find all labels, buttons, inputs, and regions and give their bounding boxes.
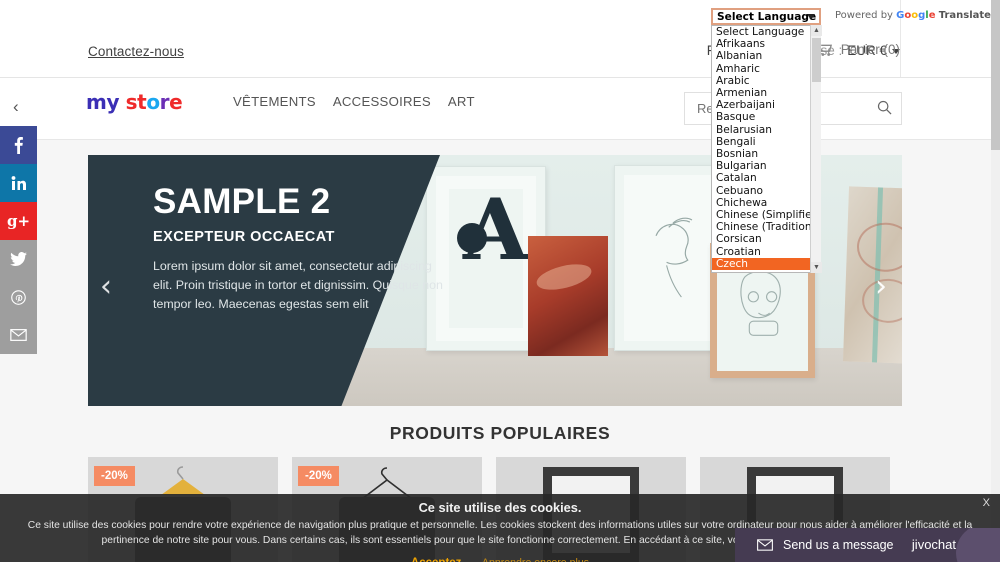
carousel-next-button[interactable]: › bbox=[875, 272, 887, 302]
search-icon[interactable] bbox=[877, 100, 892, 115]
language-option[interactable]: Chinese (Simplified) bbox=[712, 209, 820, 221]
language-option[interactable]: Cebuano bbox=[712, 185, 820, 197]
page-scrollbar-thumb[interactable] bbox=[991, 0, 1000, 150]
googleplus-icon: g+ bbox=[6, 212, 31, 230]
jivochat-widget[interactable]: Send us a message jivochat bbox=[735, 528, 1000, 562]
page-root: Contactez-nous Français Devise : EUR € P… bbox=[0, 0, 1000, 562]
language-option[interactable]: Croatian bbox=[712, 246, 820, 258]
language-option[interactable]: Albanian bbox=[712, 50, 820, 62]
language-option[interactable]: Basque bbox=[712, 111, 820, 123]
logo-e: e bbox=[169, 90, 183, 114]
google-wordmark: Google bbox=[896, 10, 936, 21]
jivochat-message-label: Send us a message bbox=[783, 538, 894, 552]
line-art-face bbox=[740, 271, 781, 337]
google-translate-widget: Select Language Powered by Google Transl… bbox=[711, 8, 991, 273]
share-linkedin-button[interactable] bbox=[0, 164, 37, 202]
language-option-selected[interactable]: Czech bbox=[712, 257, 820, 271]
language-option[interactable]: Catalan bbox=[712, 172, 820, 184]
pinterest-icon bbox=[11, 289, 26, 305]
share-email-button[interactable] bbox=[0, 316, 37, 354]
language-list-scrollbar[interactable]: ▲ ▼ bbox=[810, 25, 822, 273]
hero-subtitle: EXCEPTEUR OCCAECAT bbox=[153, 228, 335, 245]
share-facebook-button[interactable] bbox=[0, 126, 37, 164]
language-option[interactable]: Afrikaans bbox=[712, 38, 820, 50]
powered-prefix: Powered by bbox=[835, 10, 893, 21]
discount-badge: -20% bbox=[94, 466, 135, 486]
hero-title: SAMPLE 2 bbox=[153, 182, 331, 221]
contact-link[interactable]: Contactez-nous bbox=[88, 44, 184, 59]
logo-o: o bbox=[146, 90, 160, 114]
linkedin-icon bbox=[11, 175, 26, 190]
language-option[interactable]: Belarusian bbox=[712, 124, 820, 136]
twitter-icon bbox=[10, 252, 27, 266]
cart-button[interactable]: Panier (0) bbox=[815, 42, 900, 57]
language-option[interactable]: Armenian bbox=[712, 87, 820, 99]
cookie-learn-more-link[interactable]: Apprendre encore plus bbox=[482, 557, 589, 562]
nav-item-art[interactable]: ART bbox=[448, 94, 475, 109]
envelope-icon bbox=[757, 539, 773, 551]
scroll-up-arrow-icon[interactable]: ▲ bbox=[811, 25, 822, 36]
back-chevron-icon[interactable]: ‹ bbox=[13, 98, 19, 115]
scroll-down-arrow-icon[interactable]: ▼ bbox=[811, 262, 822, 273]
powered-by-google-translate: Powered by Google Translate bbox=[835, 10, 991, 21]
logo-st: st bbox=[125, 90, 147, 114]
hero-text-block: SAMPLE 2 EXCEPTEUR OCCAECAT Lorem ipsum … bbox=[153, 182, 443, 314]
language-select-trigger[interactable]: Select Language bbox=[711, 8, 821, 25]
chevron-down-icon bbox=[807, 14, 815, 20]
envelope-icon bbox=[10, 329, 27, 341]
language-option[interactable]: Arabic bbox=[712, 75, 820, 87]
language-select-value: Select Language bbox=[717, 10, 817, 23]
page-scrollbar[interactable] bbox=[991, 0, 1000, 562]
share-googleplus-button[interactable]: g+ bbox=[0, 202, 37, 240]
popular-products-heading: PRODUITS POPULAIRES bbox=[389, 423, 611, 443]
logo-my: my bbox=[86, 90, 120, 114]
hero-body-text: Lorem ipsum dolor sit amet, consectetur … bbox=[153, 258, 443, 312]
language-option[interactable]: Chinese (Traditional) bbox=[712, 221, 820, 233]
language-option[interactable]: Bosnian bbox=[712, 148, 820, 160]
site-logo[interactable]: my store bbox=[86, 90, 183, 114]
language-option[interactable]: Azerbaijani bbox=[712, 99, 820, 111]
translate-wordmark: Translate bbox=[938, 10, 991, 21]
line-art-woman bbox=[655, 217, 693, 298]
close-icon[interactable]: X bbox=[983, 497, 990, 509]
social-share-rail: g+ bbox=[0, 126, 37, 354]
language-option[interactable]: Bengali bbox=[712, 136, 820, 148]
share-pinterest-button[interactable] bbox=[0, 278, 37, 316]
language-option[interactable]: Amharic bbox=[712, 63, 820, 75]
jivochat-blob bbox=[956, 528, 1000, 562]
nav-item-vetements[interactable]: VÊTEMENTS bbox=[233, 94, 316, 109]
language-option[interactable]: Bulgarian bbox=[712, 160, 820, 172]
facebook-icon bbox=[14, 137, 23, 154]
discount-badge: -20% bbox=[298, 466, 339, 486]
language-option[interactable]: Select Language bbox=[712, 26, 820, 38]
language-option[interactable]: Corsican bbox=[712, 233, 820, 245]
cart-label: Panier (0) bbox=[840, 42, 900, 57]
jivochat-brand: jivochat bbox=[911, 537, 956, 552]
language-options-list[interactable]: Select Language Afrikaans Albanian Amhar… bbox=[711, 25, 821, 273]
share-twitter-button[interactable] bbox=[0, 240, 37, 278]
scrollbar-thumb[interactable] bbox=[812, 38, 821, 82]
cookie-title: Ce site utilise des cookies. bbox=[418, 500, 582, 515]
logo-r: r bbox=[159, 90, 170, 114]
carousel-prev-button[interactable]: ‹ bbox=[100, 272, 112, 302]
nav-item-accessoires[interactable]: ACCESSOIRES bbox=[333, 94, 431, 109]
cookie-accept-button[interactable]: Acceptez bbox=[411, 557, 462, 562]
main-nav: VÊTEMENTS ACCESSOIRES ART bbox=[233, 94, 475, 109]
language-option[interactable]: Chichewa bbox=[712, 197, 820, 209]
